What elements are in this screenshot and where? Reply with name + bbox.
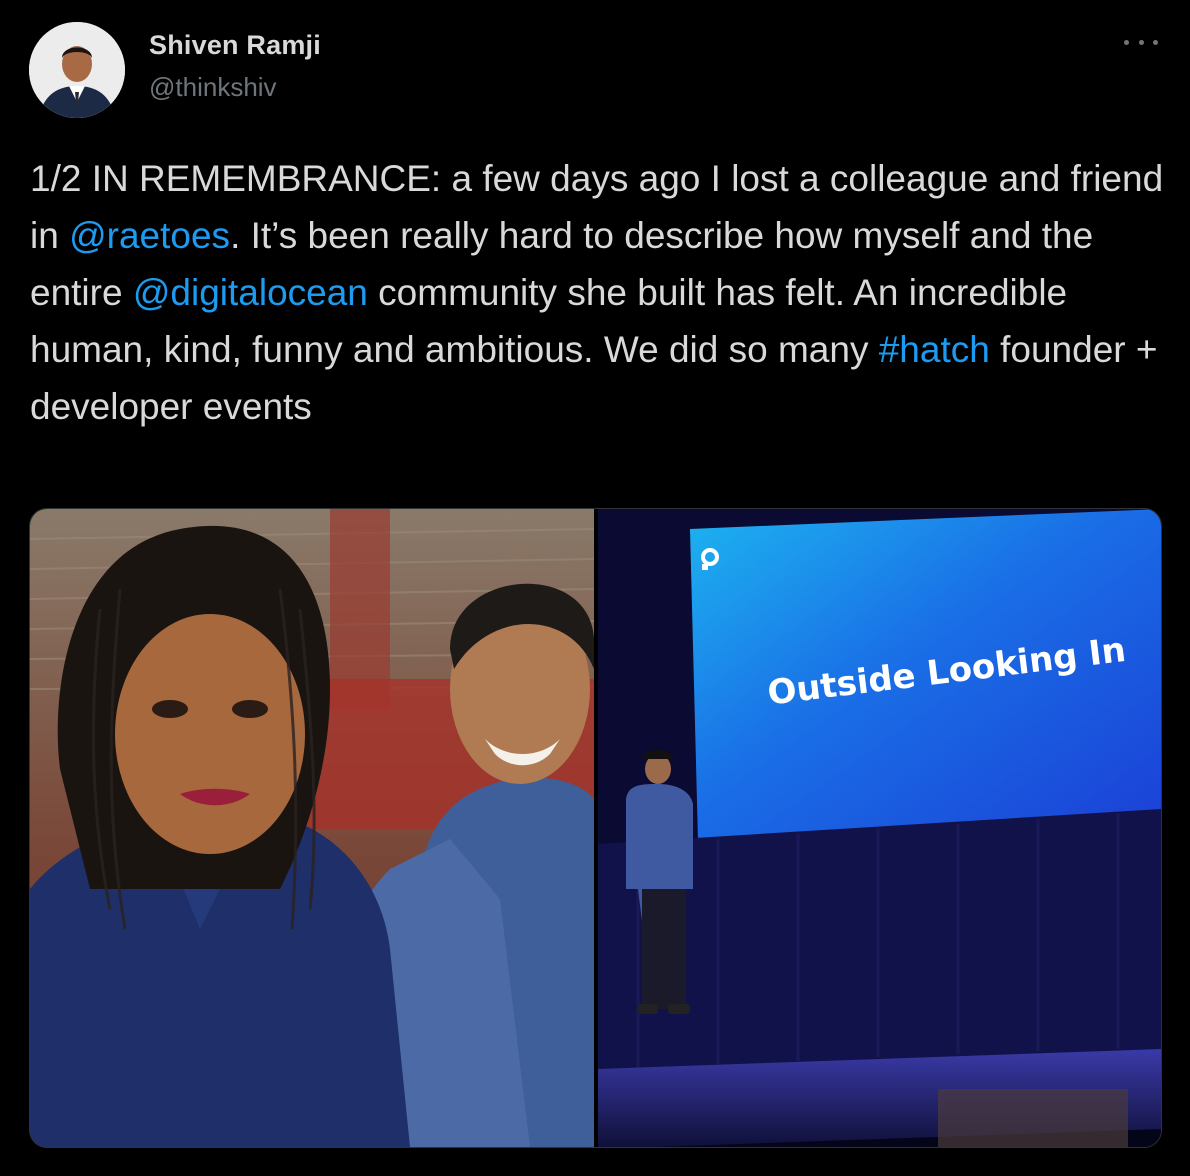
more-horizontal-icon [1153, 39, 1158, 45]
tweet-text: 1/2 IN REMEMBRANCE: a few days ago I los… [30, 150, 1170, 435]
photo-stage[interactable]: Outside Looking In [598, 509, 1161, 1147]
hashtag-link[interactable]: #hatch [879, 329, 990, 370]
mention-link[interactable]: @digitalocean [133, 272, 368, 313]
more-options-button[interactable] [1124, 30, 1158, 54]
tweet-card: Shiven Ramji @thinkshiv 1/2 IN REMEMBRAN… [0, 0, 1190, 1176]
more-horizontal-icon [1138, 39, 1144, 45]
photo-selfie[interactable] [30, 509, 595, 1147]
author-name[interactable]: Shiven Ramji [149, 30, 321, 61]
author-avatar[interactable] [29, 22, 125, 118]
mention-link[interactable]: @raetoes [69, 215, 230, 256]
author-handle[interactable]: @thinkshiv [149, 72, 277, 103]
media-grid: Outside Looking In [29, 508, 1162, 1148]
more-horizontal-icon [1124, 39, 1129, 45]
